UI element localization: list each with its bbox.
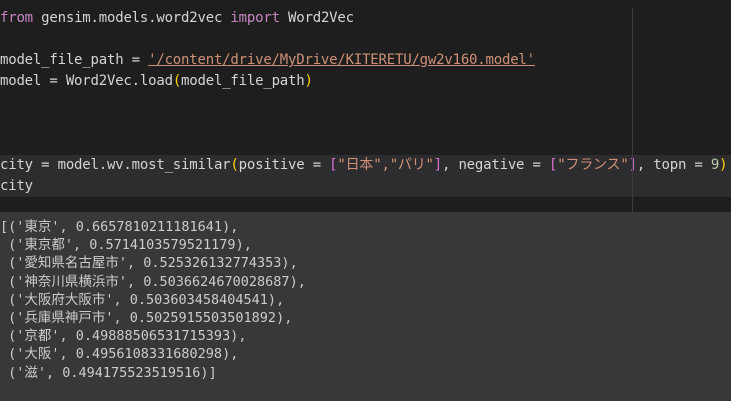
positive-items: "日本","パリ" xyxy=(337,157,434,173)
code-line-import[interactable]: from gensim.models.word2vec import Word2… xyxy=(0,8,731,29)
module-name: gensim.models.word2vec xyxy=(32,10,231,26)
code-cell-editor[interactable]: from gensim.models.word2vec import Word2… xyxy=(0,0,731,212)
column-ruler xyxy=(632,8,633,212)
cell-output: [('東京', 0.6657810211181641), ('東京都', 0.5… xyxy=(0,212,731,401)
output-line: ('京都', 0.49888506531715393), xyxy=(0,328,247,345)
topn-value: 9 xyxy=(710,157,720,173)
keyword-import: import xyxy=(230,10,280,26)
city-variable: city xyxy=(0,178,33,194)
output-line: ('大阪府大阪市', 0.503603458404541), xyxy=(0,291,285,308)
paren-close: ) xyxy=(304,73,313,89)
bracket-open: [ xyxy=(548,157,558,173)
path-string: '/content/drive/MyDrive/KITERETU/gw2v160… xyxy=(148,52,535,68)
code-line-empty[interactable] xyxy=(0,113,731,134)
topn-label: , topn = xyxy=(636,157,711,173)
paren-close: ) xyxy=(719,157,728,173)
keyword-from: from xyxy=(0,10,33,26)
code-line-empty[interactable] xyxy=(0,29,731,50)
code-line-model-load[interactable]: model = Word2Vec.load(model_file_path) xyxy=(0,71,731,92)
import-name: Word2Vec xyxy=(279,10,354,26)
output-line: ('兵庫県神戸市', 0.5025915503501892), xyxy=(0,309,293,326)
output-line: [('東京', 0.6657810211181641), xyxy=(0,219,239,235)
output-line: ('滋', 0.494175523519516)] xyxy=(0,364,217,381)
output-line: ('愛知県名古屋市', 0.525326132774353), xyxy=(0,255,298,272)
call-prefix: city = model.wv.most_similar xyxy=(0,157,231,173)
output-line: ('神奈川県横浜市', 0.5036624670028687), xyxy=(0,273,306,290)
output-line: ('東京都', 0.5714103579521179), xyxy=(0,237,252,254)
assignment-lhs: model_file_path = xyxy=(0,52,149,68)
code-line-most-similar[interactable]: city = model.wv.most_similar(positive = … xyxy=(0,155,731,176)
paren-open: ( xyxy=(172,73,182,89)
positive-label: positive = xyxy=(238,157,330,173)
code-line-empty[interactable] xyxy=(0,134,731,155)
load-call: model = Word2Vec.load xyxy=(0,73,173,89)
negative-items: "フランス" xyxy=(557,157,629,173)
bracket-close: ] xyxy=(433,157,442,173)
negative-label: , negative = xyxy=(441,157,549,173)
load-arg: model_file_path xyxy=(181,73,305,89)
paren-open: ( xyxy=(230,157,239,173)
output-line: ('大阪', 0.4956108331680298), xyxy=(0,346,239,363)
code-line-empty[interactable] xyxy=(0,92,731,113)
code-line-model-path[interactable]: model_file_path = '/content/drive/MyDriv… xyxy=(0,50,731,71)
code-line-city[interactable]: city xyxy=(0,176,731,197)
